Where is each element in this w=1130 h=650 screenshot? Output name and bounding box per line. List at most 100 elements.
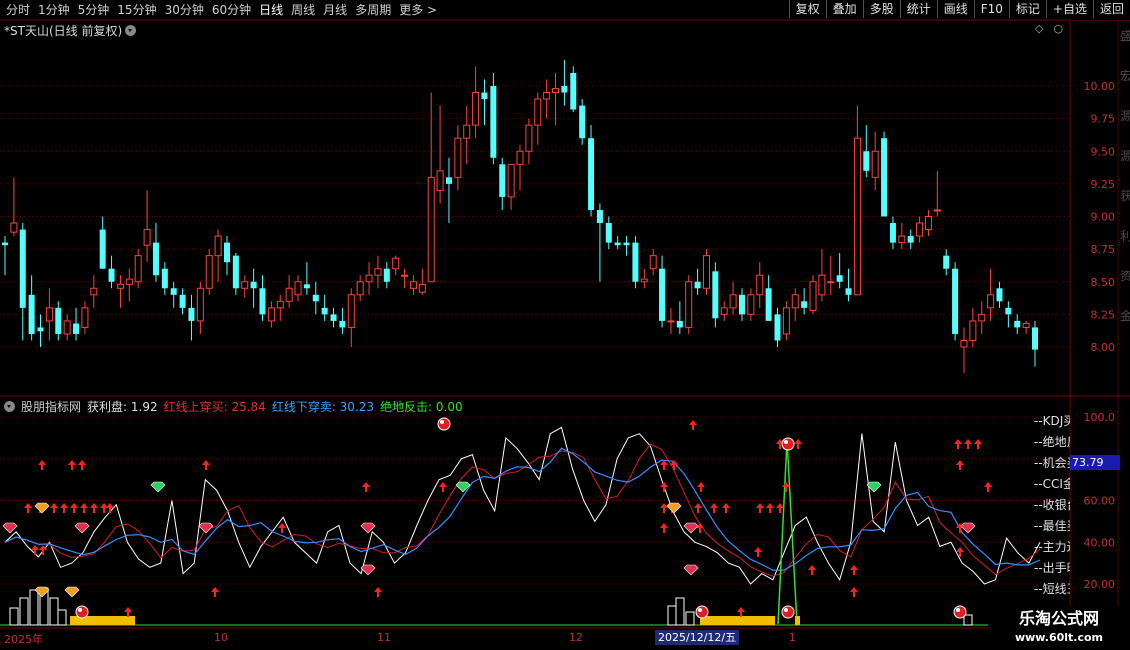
candle-body-up (276, 300, 284, 309)
histogram-bar (19, 597, 29, 626)
signal-ball-icon (953, 605, 967, 619)
candle-body-down (188, 307, 195, 321)
candle-body-down (943, 255, 950, 269)
histogram-bar (49, 597, 59, 626)
candle-body-down (765, 288, 772, 321)
candle-body-down (623, 242, 630, 246)
candle-body-down (632, 242, 639, 282)
candle-body-up (791, 294, 799, 309)
candle-body-down (108, 268, 115, 282)
candle-body-down (55, 307, 62, 334)
buy-arrow-icon (956, 547, 964, 557)
candle-body-up (241, 281, 249, 289)
right-edge-char: 金 (1120, 308, 1130, 323)
candle-body-down (339, 320, 346, 328)
candle-body-down (152, 242, 159, 276)
buy-arrow-icon (808, 565, 816, 575)
candle-body-down (889, 223, 896, 243)
buy-arrow-icon (956, 460, 964, 470)
candle-body-down (2, 242, 8, 246)
orange-gem-icon (64, 586, 80, 598)
candle-body-up (978, 313, 986, 322)
buy-arrow-icon (68, 460, 76, 470)
indicator-red-line (4, 443, 1041, 577)
candle-body-down (561, 86, 568, 93)
candle-body-up (196, 287, 204, 322)
main-chart-canvas[interactable]: 10.00 9.75 9.50 9.25 9.00 8.75 8.50 8.25 8.00 盛宏源… (0, 0, 1130, 650)
buy-arrow-icon (90, 503, 98, 513)
legend-item-2: --机会买 (1034, 456, 1070, 470)
candle-body-down (99, 229, 106, 269)
histogram-bar (963, 614, 973, 626)
candle-body-up (143, 229, 151, 246)
candle-body-down (259, 288, 266, 315)
red-gem-icon (683, 564, 699, 576)
histogram-bar (9, 607, 19, 626)
indicator-blue-line (4, 447, 1041, 571)
candle-body-down (161, 268, 168, 289)
candle-body-up (365, 274, 373, 283)
signal-ball-icon (695, 605, 709, 619)
candle-body-up (853, 137, 861, 296)
candle-body-down (445, 177, 452, 184)
indicator-dropdown-icon[interactable] (4, 401, 15, 412)
candle-body-up (45, 307, 53, 322)
signal-ball-icon (75, 605, 89, 619)
candle-body-down (605, 223, 612, 243)
candle-body-down (37, 327, 44, 332)
buy-arrow-icon (794, 439, 802, 449)
candle-body-down (863, 151, 870, 171)
candle-body-down (179, 294, 186, 308)
ind-tick-label: 60.00 (1084, 495, 1116, 508)
buy-arrow-icon (70, 503, 78, 513)
price-tick-label: 8.25 (1091, 308, 1116, 321)
signal-ball-highlight (440, 420, 444, 424)
right-edge-char: 资 (1120, 269, 1130, 283)
legend-item-7: --出手时 (1034, 561, 1070, 575)
ind-tick-label: 20.00 (1084, 578, 1116, 591)
buy-arrow-icon (374, 587, 382, 597)
buy-arrow-icon (106, 503, 114, 513)
red-gem-icon (360, 522, 376, 534)
buy-arrow-icon (660, 523, 668, 533)
candle-body-up (81, 307, 89, 328)
ind-tick-label: 100.0 (1084, 411, 1116, 424)
signal-ball-icon (437, 417, 451, 431)
price-tick-label: 8.50 (1091, 276, 1116, 289)
candle-body-down (303, 284, 310, 289)
candle-body-up (747, 294, 755, 315)
signal-ball-highlight (784, 440, 788, 444)
candle-body-down (712, 271, 719, 319)
signal-ball-highlight (784, 608, 788, 612)
candle-body-up (205, 255, 213, 289)
buy-arrow-icon (974, 439, 982, 449)
buy-arrow-icon (766, 503, 774, 513)
orange-gem-icon (666, 502, 682, 514)
candle-body-up (436, 170, 444, 191)
red-gem-icon (74, 522, 90, 534)
buy-arrow-icon (24, 503, 32, 513)
candle-body-up (685, 281, 693, 328)
buy-arrow-icon (722, 503, 730, 513)
red-gem-icon (360, 564, 376, 576)
indicator-item-red-up: 红线上穿买: 25.84 (163, 400, 266, 414)
buy-arrow-icon (278, 523, 286, 533)
candle-body-up (116, 283, 124, 289)
buy-arrow-icon (50, 503, 58, 513)
right-edge-char: 盛 (1120, 28, 1130, 43)
candle-body-down (801, 301, 808, 308)
candle-body-down (952, 268, 959, 334)
indicator-title-bar: 股朋指标网 获利盘: 1.92 红线上穿买: 25.84 红线下穿卖: 30.2… (4, 398, 463, 415)
candle-body-up (516, 150, 524, 165)
candle-body-down (312, 294, 319, 302)
price-tick-label: 10.00 (1084, 80, 1116, 93)
signal-ball-highlight (698, 608, 702, 612)
candle-body-down (28, 294, 35, 334)
buy-arrow-icon (202, 460, 210, 470)
buy-arrow-icon (439, 482, 447, 492)
legend-item-4: --收银台 (1034, 498, 1070, 512)
candle-body-down (250, 281, 257, 289)
candle-body-down (588, 138, 595, 210)
legend-item-5: --最佳买 (1034, 519, 1070, 533)
candle-body-up (294, 281, 302, 296)
